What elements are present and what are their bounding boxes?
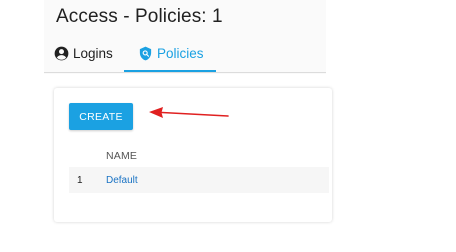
column-header-name: NAME <box>106 150 138 162</box>
tab-logins[interactable]: Logins <box>54 40 113 66</box>
create-button[interactable]: CREATE <box>69 103 133 130</box>
row-index: 1 <box>77 175 83 186</box>
tab-policies[interactable]: Policies <box>138 40 204 66</box>
shield-icon <box>139 46 152 60</box>
header-divider <box>44 72 326 73</box>
tab-policies-label: Policies <box>157 45 204 61</box>
table-row[interactable]: 1 Default <box>69 167 329 193</box>
tab-logins-label: Logins <box>73 45 113 61</box>
page: Access - Policies: 1 Logins Policies CRE… <box>0 0 456 252</box>
red-arrow-annotation <box>149 107 229 118</box>
policy-name-link[interactable]: Default <box>106 175 138 186</box>
account-circle-icon <box>54 46 69 60</box>
page-title: Access - Policies: 1 <box>56 6 223 27</box>
